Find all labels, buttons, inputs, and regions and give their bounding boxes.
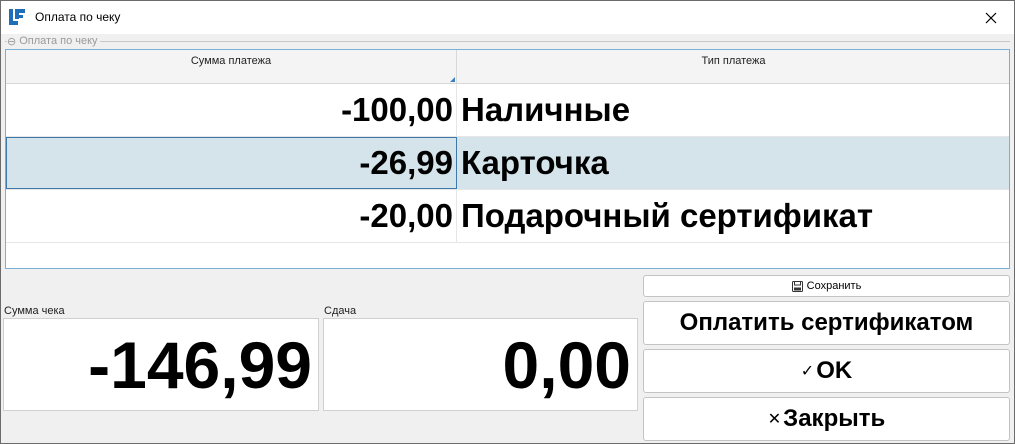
grid-header: Сумма платежа Тип платежа [6, 50, 1009, 84]
payment-dialog: Оплата по чеку ⊖ Оплата по чеку Сумма пл… [0, 0, 1015, 444]
close-button[interactable]: ✕ Закрыть [643, 397, 1010, 441]
table-row[interactable]: -20,00 Подарочный сертификат [6, 190, 1009, 243]
group-legend-label: Оплата по чеку [19, 35, 98, 47]
group-divider [5, 41, 1010, 42]
close-icon: ✕ [767, 411, 782, 428]
table-row[interactable]: -26,99 Карточка [6, 137, 1009, 190]
column-header-amount[interactable]: Сумма платежа [6, 50, 457, 83]
amount-cell[interactable]: -26,99 [6, 137, 457, 189]
group-header[interactable]: ⊖ Оплата по чеку [7, 34, 100, 48]
amount-cell[interactable]: -20,00 [6, 190, 457, 242]
close-icon [985, 12, 997, 23]
amount-cell[interactable]: -100,00 [6, 84, 457, 136]
pay-with-certificate-button[interactable]: Оплатить сертификатом [643, 301, 1010, 345]
sum-value-field: -146,99 [3, 318, 319, 411]
column-header-type[interactable]: Тип платежа [458, 50, 1009, 83]
floppy-disk-icon [791, 280, 803, 292]
title-bar[interactable]: Оплата по чеку [1, 1, 1014, 34]
payments-grid[interactable]: Сумма платежа Тип платежа -100,00 Наличн… [5, 49, 1010, 269]
checkmark-icon: ✓ [800, 363, 815, 380]
save-button[interactable]: Сохранить [643, 275, 1010, 297]
change-label: Сдача [324, 305, 357, 317]
ok-button[interactable]: ✓ OK [643, 349, 1010, 393]
sort-indicator-icon [450, 77, 455, 82]
sum-label: Сумма чека [4, 305, 65, 317]
type-cell[interactable]: Подарочный сертификат [459, 190, 1009, 242]
type-cell[interactable]: Карточка [459, 137, 1009, 189]
collapse-icon[interactable]: ⊖ [7, 35, 16, 48]
close-button-label: Закрыть [783, 405, 886, 432]
change-value-field: 0,00 [323, 318, 638, 411]
table-row[interactable]: -100,00 Наличные [6, 84, 1009, 137]
app-logo-icon [9, 9, 25, 25]
pay-certificate-label: Оплатить сертификатом [679, 309, 974, 336]
window-title: Оплата по чеку [35, 10, 121, 24]
ok-button-label: OK [816, 357, 853, 384]
save-button-label: Сохранить [806, 280, 862, 292]
type-cell[interactable]: Наличные [459, 84, 1009, 136]
window-close-button[interactable] [968, 1, 1014, 34]
